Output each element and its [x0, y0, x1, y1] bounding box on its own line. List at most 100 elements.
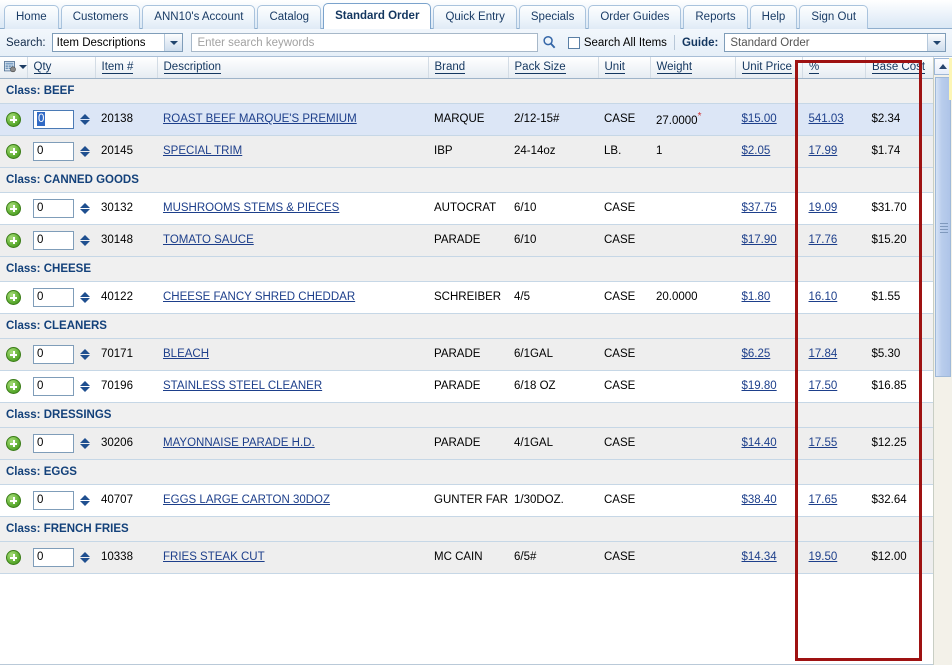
add-item-button[interactable]	[6, 289, 21, 305]
column-header-item[interactable]: Item #	[95, 57, 158, 79]
column-header-base[interactable]: Base Cost	[865, 57, 934, 79]
quantity-input[interactable]	[33, 141, 74, 161]
stepper-up-icon[interactable]	[80, 348, 90, 354]
chevron-down-icon[interactable]	[18, 65, 27, 70]
table-row[interactable]: 40707 EGGS LARGE CARTON 30DOZ GUNTER FARMS…	[0, 484, 934, 517]
column-header-label-weight[interactable]: Weight	[656, 61, 693, 75]
item-description-link[interactable]: TOMATO SAUCE	[163, 234, 254, 246]
stepper-up-icon[interactable]	[80, 494, 90, 500]
column-header-label-desc[interactable]: Description	[163, 61, 222, 75]
item-description-link[interactable]: MUSHROOMS STEMS & PIECES	[163, 202, 339, 214]
stepper-up-icon[interactable]	[80, 437, 90, 443]
unit-price-link[interactable]: $17.90	[742, 234, 777, 246]
stepper-down-icon[interactable]	[80, 557, 90, 563]
stepper-down-icon[interactable]	[80, 151, 90, 157]
table-row[interactable]: 30148 TOMATO SAUCE PARADE6/10CASE $17.90 17.…	[0, 224, 934, 257]
tab-catalog[interactable]: Catalog	[257, 5, 322, 29]
column-header-label-base[interactable]: Base Cost	[872, 61, 926, 75]
margin-percent-link[interactable]: 17.50	[809, 380, 838, 392]
quantity-input[interactable]	[33, 344, 74, 364]
quantity-stepper[interactable]	[80, 113, 90, 125]
quantity-input[interactable]	[33, 198, 74, 218]
guide-select[interactable]: Standard Order	[724, 33, 946, 52]
column-header-unit[interactable]: Unit	[598, 57, 651, 79]
unit-price-link[interactable]: $14.34	[742, 551, 777, 563]
tab-specials[interactable]: Specials	[518, 5, 587, 29]
table-row[interactable]: 0 20138 ROAST BEEF MARQUE'S PREMIUM MARQUE 2…	[0, 103, 934, 136]
tab-customers[interactable]: Customers	[60, 5, 141, 29]
tab-sign-out[interactable]: Sign Out	[799, 5, 869, 29]
search-scope-select[interactable]: Item Descriptions	[51, 33, 184, 52]
tab-order-guides[interactable]: Order Guides	[588, 5, 682, 29]
stepper-up-icon[interactable]	[80, 551, 90, 557]
unit-price-link[interactable]: $1.80	[742, 291, 771, 303]
stepper-down-icon[interactable]	[80, 386, 90, 392]
unit-price-link[interactable]: $38.40	[742, 494, 777, 506]
column-header-weight[interactable]: Weight	[650, 57, 736, 79]
tab-reports[interactable]: Reports	[683, 5, 748, 29]
item-description-link[interactable]: SPECIAL TRIM	[163, 145, 242, 157]
tab-standard-order[interactable]: Standard Order	[323, 3, 432, 29]
quantity-stepper[interactable]	[80, 494, 90, 506]
unit-price-link[interactable]: $15.00	[742, 113, 777, 125]
quantity-stepper[interactable]	[80, 291, 90, 303]
quantity-input[interactable]	[33, 433, 74, 453]
quantity-stepper[interactable]	[80, 234, 90, 246]
quantity-input[interactable]	[33, 547, 74, 567]
table-row[interactable]: 10338 FRIES STEAK CUT MC CAIN6/5#CASE $14.3…	[0, 541, 934, 574]
stepper-down-icon[interactable]	[80, 297, 90, 303]
search-keyword-input[interactable]	[191, 33, 538, 52]
quantity-stepper[interactable]	[80, 348, 90, 360]
column-header-label-unit[interactable]: Unit	[604, 61, 625, 75]
stepper-down-icon[interactable]	[80, 443, 90, 449]
scrollbar-thumb[interactable]	[935, 77, 951, 377]
quantity-stepper[interactable]	[80, 380, 90, 392]
table-row[interactable]: 40122 CHEESE FANCY SHRED CHEDDAR SCHREIBER…	[0, 281, 934, 314]
margin-percent-link[interactable]: 17.99	[809, 145, 838, 157]
margin-percent-link[interactable]: 17.55	[809, 437, 838, 449]
tab-quick-entry[interactable]: Quick Entry	[433, 5, 517, 29]
column-header-label-price[interactable]: Unit Price	[742, 61, 792, 75]
item-description-link[interactable]: CHEESE FANCY SHRED CHEDDAR	[163, 291, 355, 303]
table-row[interactable]: 30206 MAYONNAISE PARADE H.D. PARADE4/1GALC…	[0, 427, 934, 460]
table-row[interactable]: 70171 BLEACH PARADE6/1GALCASE $6.25 17.84 $5.…	[0, 338, 934, 371]
column-header-label-brand[interactable]: Brand	[434, 61, 466, 75]
stepper-up-icon[interactable]	[80, 380, 90, 386]
quantity-stepper[interactable]	[80, 551, 90, 563]
grid-settings-icon[interactable]	[4, 60, 17, 74]
stepper-down-icon[interactable]	[80, 208, 90, 214]
tab-ann10-s-account[interactable]: ANN10's Account	[142, 5, 256, 29]
stepper-up-icon[interactable]	[80, 145, 90, 151]
margin-percent-link[interactable]: 19.09	[809, 202, 838, 214]
unit-price-link[interactable]: $37.75	[742, 202, 777, 214]
item-description-link[interactable]: MAYONNAISE PARADE H.D.	[163, 437, 315, 449]
quantity-input[interactable]	[33, 490, 74, 510]
margin-percent-link[interactable]: 17.65	[809, 494, 838, 506]
column-header-pct[interactable]: %	[802, 57, 866, 79]
add-item-button[interactable]	[6, 232, 21, 248]
search-all-items-checkbox[interactable]	[567, 36, 580, 49]
quantity-stepper[interactable]	[80, 437, 90, 449]
unit-price-link[interactable]: $2.05	[742, 145, 771, 157]
stepper-down-icon[interactable]	[80, 119, 90, 125]
margin-percent-link[interactable]: 541.03	[809, 113, 844, 125]
search-scope-dropdown-button[interactable]	[164, 34, 183, 51]
stepper-down-icon[interactable]	[80, 500, 90, 506]
stepper-up-icon[interactable]	[80, 234, 90, 240]
add-item-button[interactable]	[6, 492, 21, 508]
quantity-input[interactable]	[33, 230, 74, 250]
add-item-button[interactable]	[6, 346, 21, 362]
add-item-button[interactable]	[6, 549, 21, 565]
item-description-link[interactable]: ROAST BEEF MARQUE'S PREMIUM	[163, 113, 357, 125]
stepper-up-icon[interactable]	[80, 113, 90, 119]
column-header-label-pack[interactable]: Pack Size	[514, 61, 566, 75]
quantity-input[interactable]	[33, 376, 74, 396]
margin-percent-link[interactable]: 17.84	[809, 348, 838, 360]
column-header-pack[interactable]: Pack Size	[508, 57, 599, 79]
stepper-down-icon[interactable]	[80, 240, 90, 246]
guide-dropdown-button[interactable]	[927, 34, 945, 51]
column-header-price[interactable]: Unit Price	[735, 57, 803, 79]
item-description-link[interactable]: FRIES STEAK CUT	[163, 551, 265, 563]
quantity-input[interactable]: 0	[33, 109, 74, 129]
tab-home[interactable]: Home	[4, 5, 59, 29]
